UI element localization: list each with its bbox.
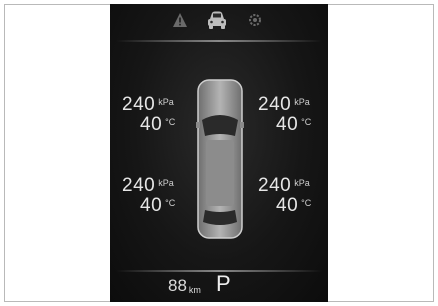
temperature-value: 40 — [276, 195, 299, 216]
temperature-value: 40 — [140, 195, 163, 216]
pressure-value: 240 — [258, 94, 292, 115]
temperature-unit: °C — [165, 198, 176, 208]
range-readout: 88 km — [168, 276, 201, 296]
car-front-icon[interactable] — [206, 10, 228, 30]
temperature-unit: °C — [165, 117, 176, 127]
pressure-unit: kPa — [294, 97, 310, 107]
pressure-unit: kPa — [158, 97, 174, 107]
pressure-value: 240 — [122, 94, 156, 115]
car-top-view — [196, 78, 244, 240]
tire-rear-right: 240 kPa 40 °C — [258, 176, 311, 215]
range-unit: km — [188, 285, 201, 295]
pressure-unit: kPa — [158, 178, 174, 188]
top-divider — [116, 40, 322, 42]
pressure-unit: kPa — [294, 178, 310, 188]
temperature-value: 40 — [140, 114, 163, 135]
temperature-value: 40 — [276, 114, 299, 135]
warning-triangle-icon[interactable] — [172, 12, 188, 28]
gear-indicator: P — [216, 271, 231, 296]
instrument-cluster-display: 240 kPa 40 °C 240 kPa 40 °C 240 kPa 40 °… — [110, 4, 328, 302]
range-value: 88 — [168, 276, 187, 295]
top-status-bar — [110, 4, 328, 42]
settings-gear-icon[interactable] — [248, 13, 262, 27]
tire-front-right: 240 kPa 40 °C — [258, 95, 311, 134]
pressure-value: 240 — [258, 175, 292, 196]
temperature-unit: °C — [301, 117, 312, 127]
tire-rear-left: 240 kPa 40 °C — [122, 176, 175, 215]
temperature-unit: °C — [301, 198, 312, 208]
pressure-value: 240 — [122, 175, 156, 196]
tire-front-left: 240 kPa 40 °C — [122, 95, 175, 134]
